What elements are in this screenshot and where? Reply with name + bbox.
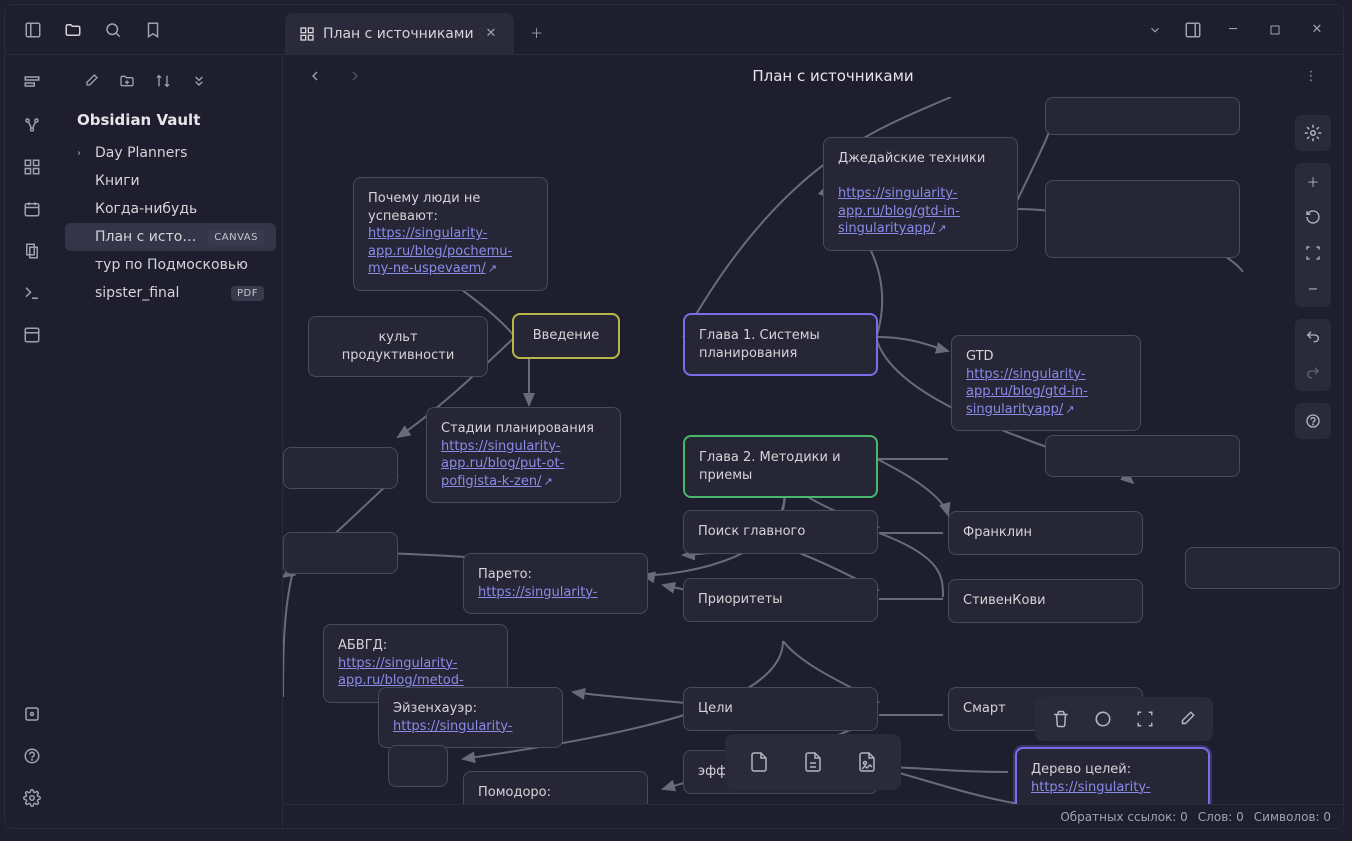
edit-icon[interactable] xyxy=(1171,703,1203,735)
maximize-button[interactable] xyxy=(1255,12,1295,48)
card-intro[interactable]: Введение xyxy=(512,313,620,359)
external-link-icon: ↗ xyxy=(937,222,946,235)
add-note-icon[interactable] xyxy=(793,742,833,782)
tree-item-tour[interactable]: тур по Подмосковью xyxy=(65,251,276,279)
more-icon[interactable]: ⋮ xyxy=(1293,58,1329,94)
card-gtd[interactable]: GTD https://singularity-app.ru/blog/gtd-… xyxy=(951,335,1141,431)
card-title: Почему люди не успевают: xyxy=(368,191,480,224)
tab-canvas[interactable]: План с источниками ✕ xyxy=(285,13,514,55)
card-empty-5[interactable] xyxy=(388,745,448,787)
sidebar-toggle-icon[interactable] xyxy=(15,12,51,48)
card-empty-7[interactable] xyxy=(1185,547,1340,589)
nav-forward-icon[interactable] xyxy=(337,58,373,94)
color-icon[interactable] xyxy=(1087,703,1119,735)
card-jedi[interactable]: Джедайские техники https://singularity-a… xyxy=(823,137,1018,251)
close-button[interactable]: ✕ xyxy=(1297,12,1337,48)
external-link-icon: ↗ xyxy=(1065,403,1074,416)
collapse-icon[interactable] xyxy=(185,67,213,95)
tree-item-sipster[interactable]: sipster_final PDF xyxy=(65,279,276,307)
add-media-icon[interactable] xyxy=(847,742,887,782)
redo-icon[interactable] xyxy=(1295,355,1331,391)
chevron-right-icon: › xyxy=(77,148,89,159)
files-icon[interactable] xyxy=(55,12,91,48)
external-link-icon: ↗ xyxy=(543,475,552,488)
graph-view-icon[interactable] xyxy=(14,107,50,143)
chevron-down-icon[interactable] xyxy=(1137,12,1173,48)
nav-back-icon[interactable] xyxy=(297,58,333,94)
vault-name: Obsidian Vault xyxy=(59,103,282,137)
new-tab-button[interactable]: ＋ xyxy=(518,15,554,51)
card-ch1[interactable]: Глава 1. Системы планирования xyxy=(683,313,878,376)
vault-icon[interactable] xyxy=(14,696,50,732)
focus-icon[interactable] xyxy=(1129,703,1161,735)
card-pomodoro[interactable]: Помодоро: https://singularity- xyxy=(463,771,648,804)
page-title: План с источниками xyxy=(373,67,1293,85)
card-selection-toolbar xyxy=(1035,697,1213,741)
canvas-new-icon[interactable] xyxy=(14,149,50,185)
reset-zoom-icon[interactable] xyxy=(1295,199,1331,235)
right-sidebar-toggle-icon[interactable] xyxy=(1175,12,1211,48)
card-covey[interactable]: СтивенКови xyxy=(948,579,1143,623)
templates-icon[interactable] xyxy=(14,233,50,269)
status-words[interactable]: Слов: 0 xyxy=(1198,810,1244,824)
status-chars[interactable]: Символов: 0 xyxy=(1254,810,1331,824)
quick-switcher-icon[interactable] xyxy=(14,65,50,101)
search-icon[interactable] xyxy=(95,12,131,48)
fit-icon[interactable] xyxy=(1295,235,1331,271)
card-ch2[interactable]: Глава 2. Методики и приемы xyxy=(683,435,878,498)
card-empty-6[interactable] xyxy=(1045,435,1240,477)
layout-icon[interactable] xyxy=(14,317,50,353)
add-card-icon[interactable] xyxy=(739,742,779,782)
tree-item-someday[interactable]: Когда-нибудь xyxy=(65,195,276,223)
card-why-people[interactable]: Почему люди не успевают: https://singula… xyxy=(353,177,548,291)
tab-title: План с источниками xyxy=(323,26,474,42)
card-stages[interactable]: Стадии планирования https://singularity-… xyxy=(426,407,621,503)
tree-item-books[interactable]: Книги xyxy=(65,167,276,195)
card-search-main[interactable]: Поиск главного xyxy=(683,510,878,554)
card-goal-tree[interactable]: Дерево целей: https://singularity- xyxy=(1015,747,1210,804)
tree-item-plan-sources[interactable]: План с источ... CANVAS xyxy=(65,223,276,251)
canvas-settings-icon[interactable] xyxy=(1295,115,1331,151)
delete-icon[interactable] xyxy=(1045,703,1077,735)
card-empty-3[interactable] xyxy=(283,447,398,489)
bookmark-icon[interactable] xyxy=(135,12,171,48)
card-goals[interactable]: Цели xyxy=(683,687,878,731)
zoom-out-icon[interactable]: − xyxy=(1295,271,1331,307)
help-icon[interactable] xyxy=(14,738,50,774)
card-cult[interactable]: культ продуктивности xyxy=(308,316,488,377)
card-empty-1[interactable] xyxy=(1045,97,1240,135)
canvas-badge: CANVAS xyxy=(208,230,264,245)
card-empty-4[interactable] xyxy=(283,532,398,574)
card-pareto[interactable]: Парето: https://singularity- xyxy=(463,553,648,614)
canvas-icon xyxy=(299,26,315,42)
card-priorities[interactable]: Приоритеты xyxy=(683,578,878,622)
pdf-badge: PDF xyxy=(231,286,264,301)
close-icon[interactable]: ✕ xyxy=(482,24,501,43)
card-empty-2[interactable] xyxy=(1045,180,1240,258)
undo-icon[interactable] xyxy=(1295,319,1331,355)
tree-item-day-planners[interactable]: › Day Planners xyxy=(65,139,276,167)
daily-note-icon[interactable] xyxy=(14,191,50,227)
canvas-help-icon[interactable] xyxy=(1295,403,1331,439)
status-backlinks[interactable]: Обратных ссылок: 0 xyxy=(1060,810,1187,824)
canvas-create-toolbar xyxy=(725,734,901,790)
canvas-area[interactable]: Почему люди не успевают: https://singula… xyxy=(283,97,1343,804)
zoom-in-icon[interactable]: ＋ xyxy=(1295,163,1331,199)
settings-icon[interactable] xyxy=(14,780,50,816)
card-eisenhower[interactable]: Эйзенхауэр: https://singularity- xyxy=(378,687,563,748)
new-folder-icon[interactable] xyxy=(113,67,141,95)
sort-icon[interactable] xyxy=(149,67,177,95)
card-franklin[interactable]: Франклин xyxy=(948,511,1143,555)
new-note-icon[interactable] xyxy=(77,67,105,95)
external-link-icon: ↗ xyxy=(488,262,497,275)
minimize-button[interactable]: ─ xyxy=(1213,12,1253,48)
command-palette-icon[interactable] xyxy=(14,275,50,311)
